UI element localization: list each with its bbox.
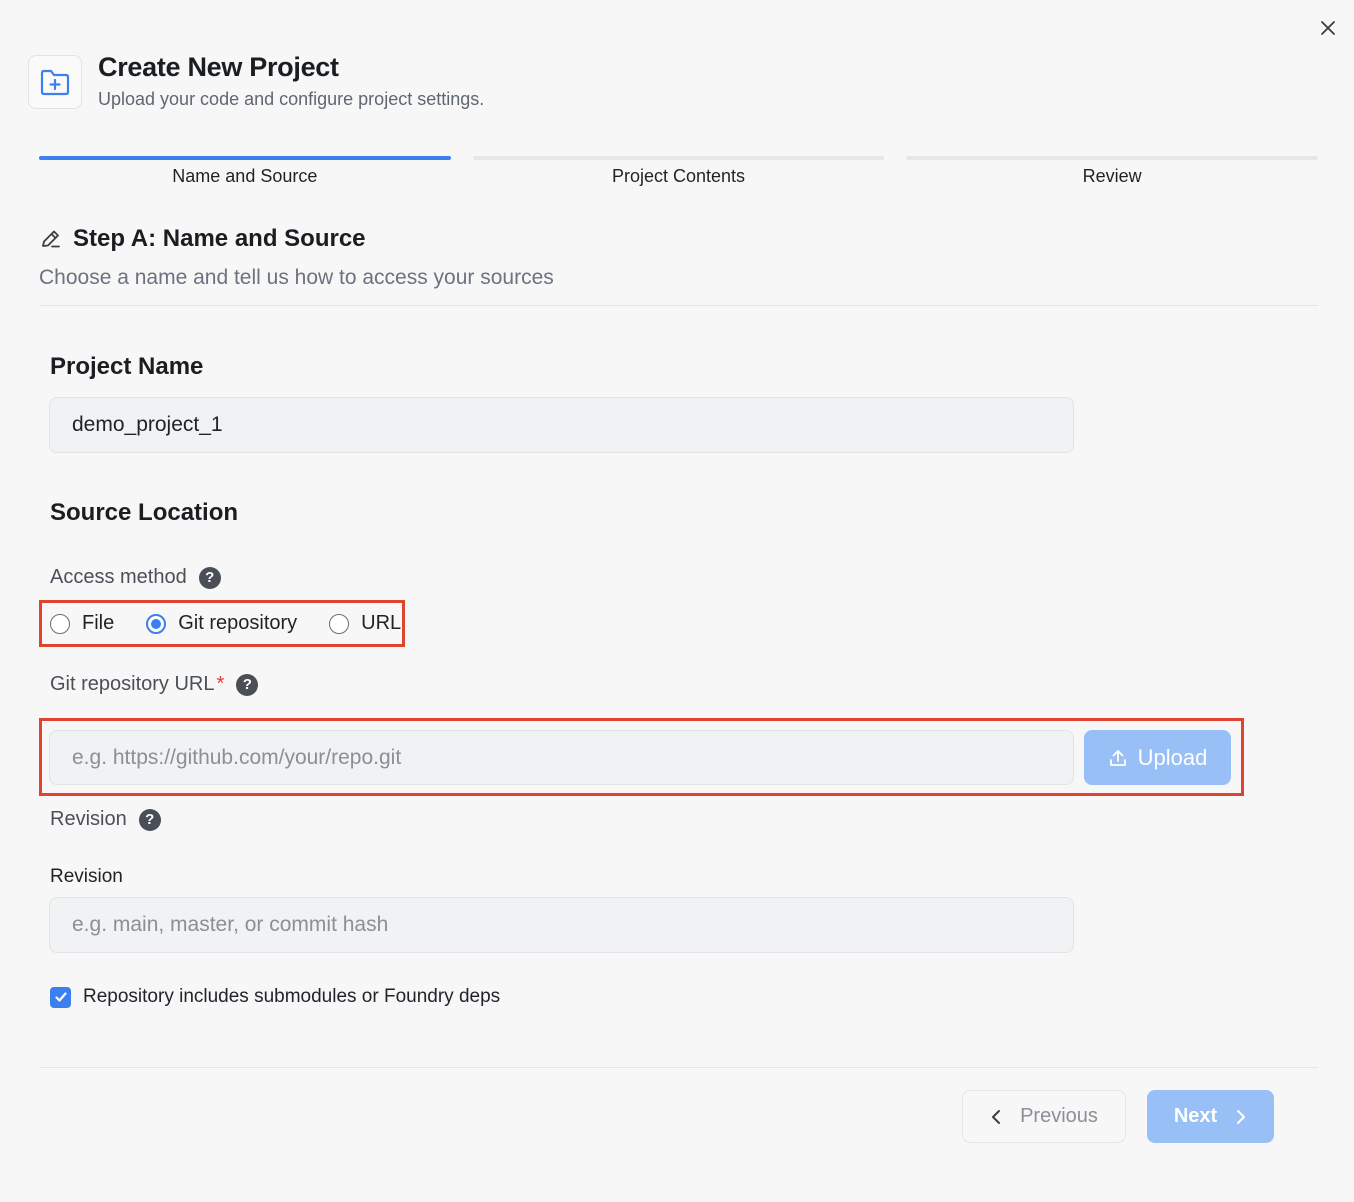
help-icon[interactable]: ?: [198, 566, 221, 589]
access-method-text: Access method: [50, 566, 187, 588]
divider: [39, 305, 1318, 306]
submodules-label: Repository includes submodules or Foundr…: [83, 986, 501, 1007]
radio-file[interactable]: File: [50, 612, 114, 635]
radio-label: URL: [361, 612, 402, 634]
access-method-radio-group: File Git repository URL: [50, 612, 401, 635]
radio-button-selected[interactable]: [146, 613, 167, 634]
radio-button[interactable]: [329, 613, 350, 634]
folder-plus-icon: [28, 55, 82, 109]
step-progress-bar: [472, 156, 885, 160]
step-progress-bar: [906, 156, 1319, 160]
step-description: Choose a name and tell us how to access …: [39, 266, 554, 289]
git-url-input[interactable]: [49, 730, 1074, 785]
step-name-and-source[interactable]: Name and Source: [39, 156, 451, 192]
footer-divider: [39, 1067, 1318, 1068]
required-marker: *: [216, 673, 225, 695]
step-label: Project Contents: [611, 166, 746, 186]
step-label: Name and Source: [172, 166, 318, 186]
close-icon: [1321, 21, 1335, 35]
revision-field-label: Revision: [50, 866, 123, 887]
close-button[interactable]: [1316, 16, 1340, 40]
upload-icon: [1109, 749, 1126, 766]
submodules-checkbox-row[interactable]: Repository includes submodules or Foundr…: [50, 986, 500, 1008]
upload-label: Upload: [1137, 744, 1208, 770]
chevron-left-icon: [992, 1109, 1001, 1124]
revision-input[interactable]: [49, 897, 1074, 953]
step-header: Step A: Name and Source: [39, 225, 366, 253]
radio-button[interactable]: [50, 613, 70, 634]
dialog-subtitle: Upload your code and configure project s…: [98, 89, 485, 109]
chevron-right-icon: [1237, 1109, 1246, 1124]
pencil-icon: [42, 230, 60, 248]
radio-url[interactable]: URL: [329, 612, 401, 635]
dialog-title: Create New Project: [98, 52, 339, 82]
stepper: Name and Source Project Contents Review: [39, 156, 1319, 192]
checkmark-icon: [54, 992, 67, 1002]
submodules-checkbox[interactable]: [50, 986, 71, 1008]
step-label: Review: [1082, 166, 1142, 186]
project-name-input[interactable]: [49, 397, 1074, 453]
radio-git-repository[interactable]: Git repository: [146, 612, 297, 635]
revision-label-text: Revision: [50, 808, 127, 830]
step-project-contents[interactable]: Project Contents: [472, 156, 885, 192]
git-url-label-text: Git repository URL: [50, 673, 215, 695]
previous-button[interactable]: Previous: [962, 1090, 1126, 1143]
next-button[interactable]: Next: [1147, 1090, 1274, 1143]
source-location-heading: Source Location: [50, 499, 239, 526]
step-title: Step A: Name and Source: [73, 225, 366, 252]
access-method-label: Access method ?: [50, 566, 221, 589]
previous-label: Previous: [1020, 1105, 1098, 1127]
next-label: Next: [1173, 1105, 1218, 1127]
revision-label: Revision ?: [50, 808, 161, 831]
step-progress-bar: [39, 156, 451, 160]
step-review[interactable]: Review: [906, 156, 1319, 192]
git-url-label: Git repository URL * ?: [50, 673, 259, 696]
help-icon[interactable]: ?: [236, 673, 259, 696]
radio-label: File: [82, 612, 115, 634]
radio-label: Git repository: [178, 612, 298, 634]
upload-button[interactable]: Upload: [1084, 730, 1231, 785]
help-icon[interactable]: ?: [138, 808, 161, 831]
project-name-heading: Project Name: [50, 353, 204, 380]
